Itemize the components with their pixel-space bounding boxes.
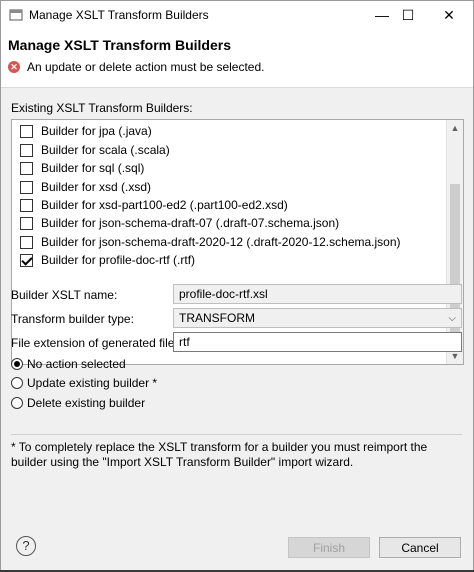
minimize-icon: — — [375, 7, 389, 23]
checkbox[interactable] — [20, 216, 33, 230]
checkbox-checked[interactable] — [20, 253, 33, 267]
window-title: Manage XSLT Transform Builders — [29, 8, 209, 22]
error-message: An update or delete action must be selec… — [27, 60, 265, 74]
list-item[interactable]: Builder for scala (.scala) — [20, 141, 170, 159]
radio-button[interactable] — [11, 397, 23, 409]
error-icon: ✕ — [8, 61, 20, 73]
page-title: Manage XSLT Transform Builders — [8, 37, 232, 53]
footnote-text: * To completely replace the XSLT transfo… — [11, 440, 428, 469]
help-icon[interactable]: ? — [16, 536, 36, 556]
checkbox[interactable] — [20, 180, 33, 194]
title-bar: Manage XSLT Transform Builders — ☐ ✕ — [1, 1, 473, 29]
builder-type-label: Transform builder type: — [11, 312, 134, 326]
cancel-button[interactable]: Cancel — [379, 537, 461, 558]
builders-list-label: Existing XSLT Transform Builders: — [11, 101, 193, 115]
maximize-button[interactable]: ☐ — [390, 1, 426, 29]
check-icon — [21, 253, 33, 266]
checkbox[interactable] — [20, 235, 33, 249]
builder-type-select[interactable]: TRANSFORM ⌵ — [173, 308, 462, 328]
builder-type-value: TRANSFORM — [179, 311, 255, 325]
dialog-window: Manage XSLT Transform Builders — ☐ ✕ Man… — [0, 0, 474, 572]
list-item-label: Builder for xsd-part100-ed2 (.part100-ed… — [41, 198, 288, 212]
list-item[interactable]: Builder for json-schema-draft-07 (.draft… — [20, 214, 339, 232]
radio-label: No action selected — [27, 357, 126, 371]
list-item-label: Builder for sql (.sql) — [41, 161, 145, 175]
list-item[interactable]: Builder for jpa (.java) — [20, 122, 152, 140]
file-extension-input[interactable]: rtf — [173, 332, 462, 352]
radio-label: Update existing builder * — [27, 376, 158, 390]
close-icon: ✕ — [443, 6, 455, 23]
chevron-down-icon: ⌵ — [448, 312, 456, 324]
xslt-name-label: Builder XSLT name: — [11, 288, 118, 302]
list-item-label: Builder for json-schema-draft-07 (.draft… — [41, 216, 340, 230]
list-item[interactable]: Builder for xsd-part100-ed2 (.part100-ed… — [20, 196, 288, 214]
radio-delete-builder[interactable]: Delete existing builder — [11, 396, 145, 410]
dialog-header: Manage XSLT Transform Builders ✕ An upda… — [1, 29, 473, 88]
radio-dot-icon — [14, 361, 20, 367]
error-message-row: ✕ An update or delete action must be sel… — [8, 60, 265, 74]
checkbox[interactable] — [20, 124, 33, 138]
dialog-body: Existing XSLT Transform Builders: Builde… — [1, 88, 473, 528]
radio-button-selected[interactable] — [11, 358, 23, 370]
scroll-up-icon[interactable]: ▲ — [447, 120, 463, 136]
list-item-label: Builder for profile-doc-rtf (.rtf) — [41, 253, 196, 267]
list-item-label: Builder for jpa (.java) — [41, 124, 152, 138]
list-item[interactable]: Builder for sql (.sql) — [20, 159, 144, 177]
divider — [11, 434, 462, 435]
close-button[interactable]: ✕ — [431, 1, 467, 29]
list-item[interactable]: Builder for xsd (.xsd) — [20, 178, 151, 196]
radio-no-action[interactable]: No action selected — [11, 357, 126, 371]
checkbox[interactable] — [20, 198, 33, 212]
list-item-label: Builder for scala (.scala) — [41, 143, 170, 157]
xslt-name-field: profile-doc-rtf.xsl — [173, 284, 462, 304]
list-item-label: Builder for xsd (.xsd) — [41, 180, 152, 194]
maximize-icon: ☐ — [401, 6, 415, 23]
list-item[interactable]: Builder for json-schema-draft-2020-12 (.… — [20, 233, 401, 251]
app-icon — [9, 9, 23, 21]
finish-button[interactable]: Finish — [288, 537, 370, 558]
list-item-selected[interactable]: Builder for profile-doc-rtf (.rtf) — [20, 251, 195, 269]
checkbox[interactable] — [20, 143, 33, 157]
file-extension-label: File extension of generated files: — [11, 336, 184, 350]
builders-list[interactable]: Builder for jpa (.java) Builder for scal… — [11, 119, 464, 365]
list-item-label: Builder for json-schema-draft-2020-12 (.… — [41, 235, 401, 249]
checkbox[interactable] — [20, 161, 33, 175]
dialog-footer: ? Finish Cancel — [1, 528, 473, 571]
radio-button[interactable] — [11, 377, 23, 389]
radio-label: Delete existing builder — [27, 396, 146, 410]
radio-update-builder[interactable]: Update existing builder * — [11, 376, 157, 390]
